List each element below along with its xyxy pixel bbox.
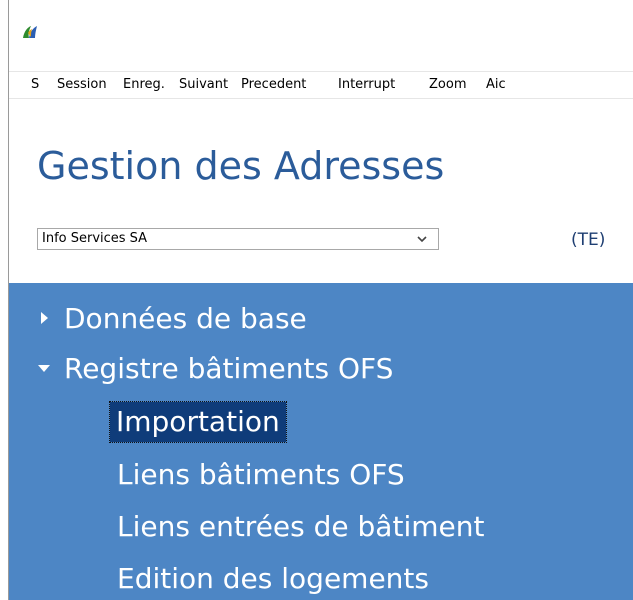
menu-item-aide[interactable]: Aic (486, 77, 506, 93)
company-select[interactable]: Info Services SA (37, 228, 439, 250)
nav-subitem-importation[interactable]: Importation (109, 401, 287, 443)
nav-item-donnees-de-base[interactable]: Données de base (41, 302, 307, 336)
company-code: (TE) (571, 230, 606, 250)
triangle-right-icon (41, 312, 48, 324)
triangle-down-icon (38, 365, 50, 372)
menu-bar: S Session Enreg. Suivant Precedent Inter… (9, 71, 633, 99)
nav-subitem-liens-batiments-ofs[interactable]: Liens bâtiments OFS (117, 458, 405, 492)
menu-item-enreg[interactable]: Enreg. (123, 77, 165, 93)
nav-subitem-label: Liens entrées de bâtiment (117, 510, 485, 543)
nav-subitem-label: Liens bâtiments OFS (117, 458, 405, 491)
nav-subitem-liens-entrees-de-batiment[interactable]: Liens entrées de bâtiment (117, 510, 484, 544)
nav-subitem-label: Importation (116, 405, 280, 438)
menu-item-zoom[interactable]: Zoom (429, 77, 466, 93)
app-logo-icon (23, 26, 37, 38)
menu-item-s[interactable]: S (31, 77, 39, 93)
page-title: Gestion des Adresses (37, 144, 445, 188)
title-bar (9, 12, 633, 52)
nav-subitem-label: Edition des logements (117, 562, 429, 595)
nav-subitem-edition-des-logements[interactable]: Edition des logements (117, 562, 429, 596)
nav-item-label: Registre bâtiments OFS (64, 352, 394, 385)
menu-item-precedent[interactable]: Precedent (241, 77, 306, 93)
nav-item-label: Données de base (64, 302, 307, 335)
menu-item-suivant[interactable]: Suivant (179, 77, 228, 93)
chevron-down-icon (417, 236, 427, 243)
application-window: S Session Enreg. Suivant Precedent Inter… (0, 0, 633, 600)
company-select-value: Info Services SA (42, 231, 148, 246)
nav-item-registre-batiments-ofs[interactable]: Registre bâtiments OFS (38, 352, 394, 386)
menu-item-interrupt[interactable]: Interrupt (338, 77, 395, 93)
menu-item-session[interactable]: Session (57, 77, 107, 93)
